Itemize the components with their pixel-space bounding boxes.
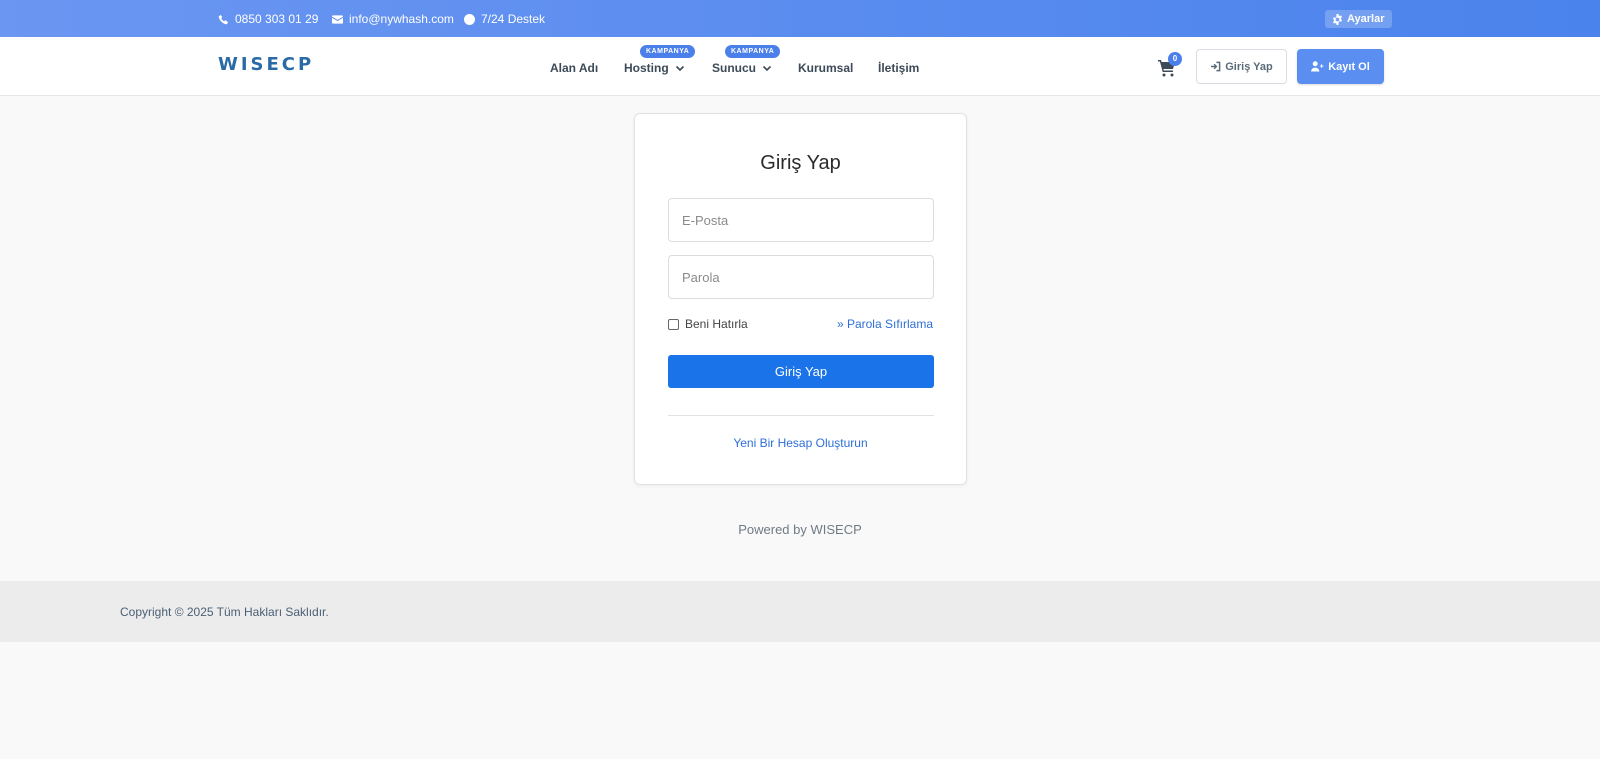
- support-hours: 7/24 Destek: [464, 12, 545, 26]
- sign-in-icon: [1211, 61, 1221, 72]
- login-title: Giriş Yap: [760, 152, 841, 174]
- logo-text-a: WIS: [218, 54, 267, 75]
- create-account-link[interactable]: Yeni Bir Hesap Oluşturun: [635, 436, 966, 450]
- nav-item-label: Sunucu: [712, 61, 756, 75]
- main-header: WISECP Alan Adı KAMPANYA Hosting KAMPANY…: [0, 37, 1600, 96]
- email-field[interactable]: [668, 198, 934, 242]
- chevron-down-icon: [675, 65, 684, 72]
- logo[interactable]: WISECP: [218, 54, 314, 75]
- password-reset-link[interactable]: » Parola Sıfırlama: [837, 317, 933, 331]
- remember-me-checkbox[interactable]: Beni Hatırla: [668, 317, 748, 331]
- settings-button[interactable]: Ayarlar: [1325, 10, 1392, 28]
- logo-text-b: ECP: [266, 54, 315, 75]
- cart-button[interactable]: 0: [1158, 52, 1182, 79]
- remember-me-label: Beni Hatırla: [685, 317, 748, 331]
- divider: [668, 415, 934, 416]
- copyright-text: Copyright © 2025 Tüm Hakları Saklıdır.: [120, 605, 329, 619]
- email-contact[interactable]: info@nywhash.com: [332, 12, 454, 26]
- nav-item-hosting[interactable]: Hosting: [624, 61, 685, 75]
- nav-item-label: Alan Adı: [550, 61, 599, 75]
- powered-by-text: Powered by WISECP: [738, 522, 862, 537]
- login-card: Giriş Yap Beni Hatırla » Parola Sıfırlam…: [634, 113, 967, 485]
- hosting-campaign-badge: KAMPANYA: [640, 45, 696, 58]
- cart-count-badge: 0: [1168, 52, 1182, 66]
- nav-item-server[interactable]: Sunucu: [712, 61, 772, 75]
- nav-item-contact[interactable]: İletişim: [878, 61, 919, 75]
- user-plus-icon: [1311, 61, 1324, 72]
- phone-contact[interactable]: 0850 303 01 29: [218, 12, 318, 26]
- clock-icon: [464, 13, 475, 25]
- nav-item-corporate[interactable]: Kurumsal: [798, 61, 853, 75]
- nav-item-label: İletişim: [878, 61, 920, 75]
- login-submit-button[interactable]: Giriş Yap: [668, 355, 934, 388]
- header-register-label: Kayıt Ol: [1328, 60, 1370, 73]
- header-login-button[interactable]: Giriş Yap: [1196, 49, 1287, 84]
- envelope-icon: [332, 14, 343, 24]
- nav-item-label: Kurumsal: [798, 61, 854, 75]
- gear-icon: [1332, 13, 1343, 25]
- header-register-button[interactable]: Kayıt Ol: [1297, 49, 1384, 84]
- settings-label: Ayarlar: [1347, 13, 1385, 25]
- support-label: 7/24 Destek: [481, 12, 546, 26]
- footer: Copyright © 2025 Tüm Hakları Saklıdır.: [0, 581, 1600, 642]
- chevron-down-icon: [762, 65, 772, 72]
- email-address: info@nywhash.com: [349, 12, 454, 26]
- nav-item-domain[interactable]: Alan Adı: [550, 61, 598, 75]
- phone-icon: [218, 14, 228, 24]
- password-field[interactable]: [668, 255, 934, 299]
- nav-item-label: Hosting: [624, 61, 669, 75]
- server-campaign-badge: KAMPANYA: [725, 45, 781, 58]
- phone-number: 0850 303 01 29: [235, 12, 319, 26]
- checkbox-box[interactable]: [668, 318, 679, 330]
- top-bar: 0850 303 01 29 info@nywhash.com 7/24 Des…: [0, 0, 1600, 37]
- header-login-label: Giriş Yap: [1225, 60, 1273, 73]
